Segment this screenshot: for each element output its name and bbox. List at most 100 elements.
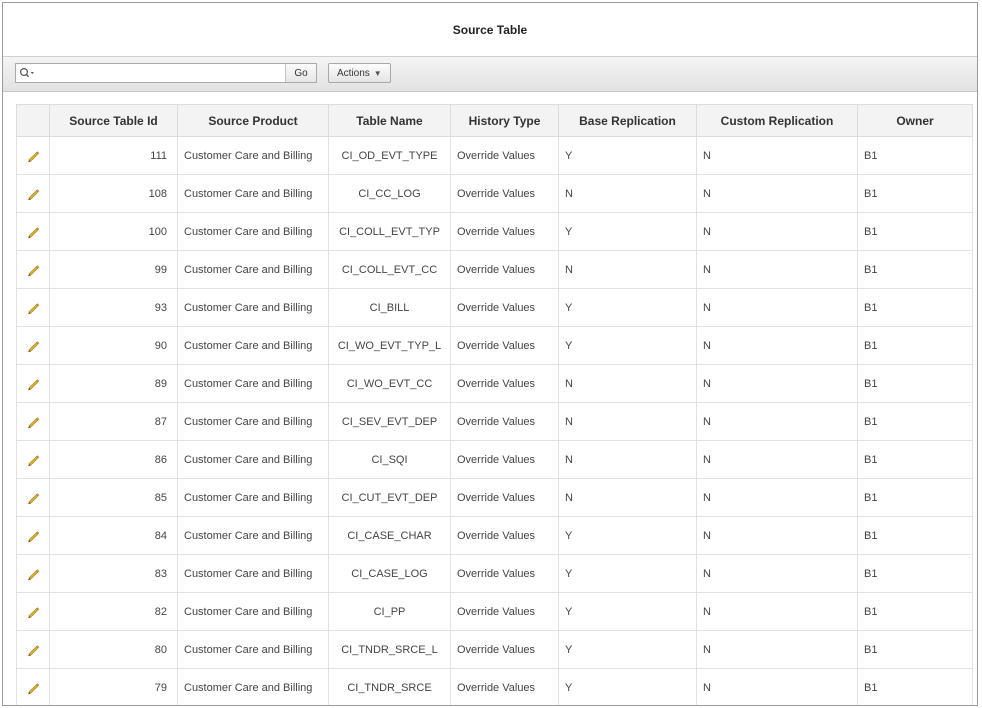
cell-owner: B1 <box>857 592 973 631</box>
cell-source-product: Customer Care and Billing <box>177 212 329 251</box>
table-row: 90 Customer Care and Billing CI_WO_EVT_TYP… <box>16 326 973 365</box>
cell-base-replication: Y <box>558 554 697 593</box>
cell-custom-replication: N <box>696 136 858 175</box>
pencil-icon <box>28 682 40 694</box>
cell-table-name: CI_SQI <box>328 440 451 479</box>
cell-base-replication: N <box>558 478 697 517</box>
search-icon <box>19 67 34 78</box>
edit-link[interactable] <box>16 212 50 251</box>
table-row: 87 Customer Care and Billing CI_SEV_EVT_DE… <box>16 402 973 441</box>
cell-history-type: Override Values <box>450 174 559 213</box>
region-title: Source Table <box>3 3 977 57</box>
report-table-container: Source Table Id Source Product Table Nam… <box>16 104 973 705</box>
edit-link[interactable] <box>16 174 50 213</box>
cell-source-table-id: 111 <box>49 136 178 175</box>
cell-source-table-id: 79 <box>49 668 178 705</box>
cell-owner: B1 <box>857 250 973 289</box>
search-column-toggle[interactable] <box>16 64 38 82</box>
report-table: Source Table Id Source Product Table Nam… <box>16 104 973 705</box>
column-header-table-name[interactable]: Table Name <box>328 104 451 137</box>
cell-source-table-id: 93 <box>49 288 178 327</box>
cell-table-name: CI_CASE_LOG <box>328 554 451 593</box>
cell-base-replication: N <box>558 364 697 403</box>
pencil-icon <box>28 530 40 542</box>
cell-base-replication: N <box>558 250 697 289</box>
cell-custom-replication: N <box>696 668 858 705</box>
cell-table-name: CI_OD_EVT_TYPE <box>328 136 451 175</box>
cell-owner: B1 <box>857 630 973 669</box>
cell-source-table-id: 90 <box>49 326 178 365</box>
cell-base-replication: Y <box>558 630 697 669</box>
cell-custom-replication: N <box>696 440 858 479</box>
cell-source-product: Customer Care and Billing <box>177 402 329 441</box>
cell-custom-replication: N <box>696 478 858 517</box>
cell-owner: B1 <box>857 516 973 555</box>
chevron-down-icon: ▼ <box>373 68 382 78</box>
cell-history-type: Override Values <box>450 212 559 251</box>
search-input[interactable] <box>38 64 285 82</box>
cell-base-replication: N <box>558 440 697 479</box>
cell-source-table-id: 100 <box>49 212 178 251</box>
actions-menu-button[interactable]: Actions ▼ <box>328 63 391 83</box>
cell-base-replication: Y <box>558 212 697 251</box>
edit-link[interactable] <box>16 630 50 669</box>
cell-source-table-id: 87 <box>49 402 178 441</box>
cell-source-product: Customer Care and Billing <box>177 440 329 479</box>
cell-table-name: CI_SEV_EVT_DEP <box>328 402 451 441</box>
edit-link[interactable] <box>16 250 50 289</box>
cell-custom-replication: N <box>696 250 858 289</box>
edit-link[interactable] <box>16 478 50 517</box>
table-body: 111 Customer Care and Billing CI_OD_EVT_TY… <box>16 136 973 705</box>
cell-owner: B1 <box>857 478 973 517</box>
cell-history-type: Override Values <box>450 250 559 289</box>
cell-base-replication: Y <box>558 326 697 365</box>
cell-history-type: Override Values <box>450 554 559 593</box>
cell-custom-replication: N <box>696 212 858 251</box>
cell-table-name: CI_WO_EVT_TYP_L <box>328 326 451 365</box>
cell-source-product: Customer Care and Billing <box>177 554 329 593</box>
search-box: Go <box>15 63 317 83</box>
pencil-icon <box>28 264 40 276</box>
table-row: 84 Customer Care and Billing CI_CASE_CHAR O… <box>16 516 973 555</box>
cell-table-name: CI_CUT_EVT_DEP <box>328 478 451 517</box>
edit-link[interactable] <box>16 288 50 327</box>
cell-history-type: Override Values <box>450 630 559 669</box>
pencil-icon <box>28 416 40 428</box>
cell-source-table-id: 86 <box>49 440 178 479</box>
cell-table-name: CI_TNDR_SRCE <box>328 668 451 705</box>
go-button[interactable]: Go <box>285 64 316 82</box>
cell-history-type: Override Values <box>450 440 559 479</box>
column-header-base-replication[interactable]: Base Replication <box>558 104 697 137</box>
cell-history-type: Override Values <box>450 364 559 403</box>
column-header-custom-replication[interactable]: Custom Replication <box>696 104 858 137</box>
cell-owner: B1 <box>857 212 973 251</box>
cell-history-type: Override Values <box>450 136 559 175</box>
pencil-icon <box>28 378 40 390</box>
cell-base-replication: Y <box>558 592 697 631</box>
cell-table-name: CI_WO_EVT_CC <box>328 364 451 403</box>
edit-link[interactable] <box>16 516 50 555</box>
edit-link[interactable] <box>16 592 50 631</box>
column-header-history-type[interactable]: History Type <box>450 104 559 137</box>
edit-link[interactable] <box>16 554 50 593</box>
column-header-owner[interactable]: Owner <box>857 104 973 137</box>
cell-owner: B1 <box>857 554 973 593</box>
edit-link[interactable] <box>16 440 50 479</box>
cell-source-product: Customer Care and Billing <box>177 364 329 403</box>
edit-link[interactable] <box>16 326 50 365</box>
table-row: 82 Customer Care and Billing CI_PP Override… <box>16 592 973 631</box>
edit-link[interactable] <box>16 364 50 403</box>
cell-source-product: Customer Care and Billing <box>177 592 329 631</box>
pencil-icon <box>28 150 40 162</box>
cell-owner: B1 <box>857 174 973 213</box>
cell-owner: B1 <box>857 326 973 365</box>
column-header-source-table-id[interactable]: Source Table Id <box>49 104 178 137</box>
cell-source-product: Customer Care and Billing <box>177 478 329 517</box>
edit-link[interactable] <box>16 136 50 175</box>
table-row: 79 Customer Care and Billing CI_TNDR_SRCE O… <box>16 668 973 705</box>
column-header-source-product[interactable]: Source Product <box>177 104 329 137</box>
edit-link[interactable] <box>16 668 50 705</box>
table-row: 100 Customer Care and Billing CI_COLL_EVT_… <box>16 212 973 251</box>
cell-history-type: Override Values <box>450 402 559 441</box>
edit-link[interactable] <box>16 402 50 441</box>
